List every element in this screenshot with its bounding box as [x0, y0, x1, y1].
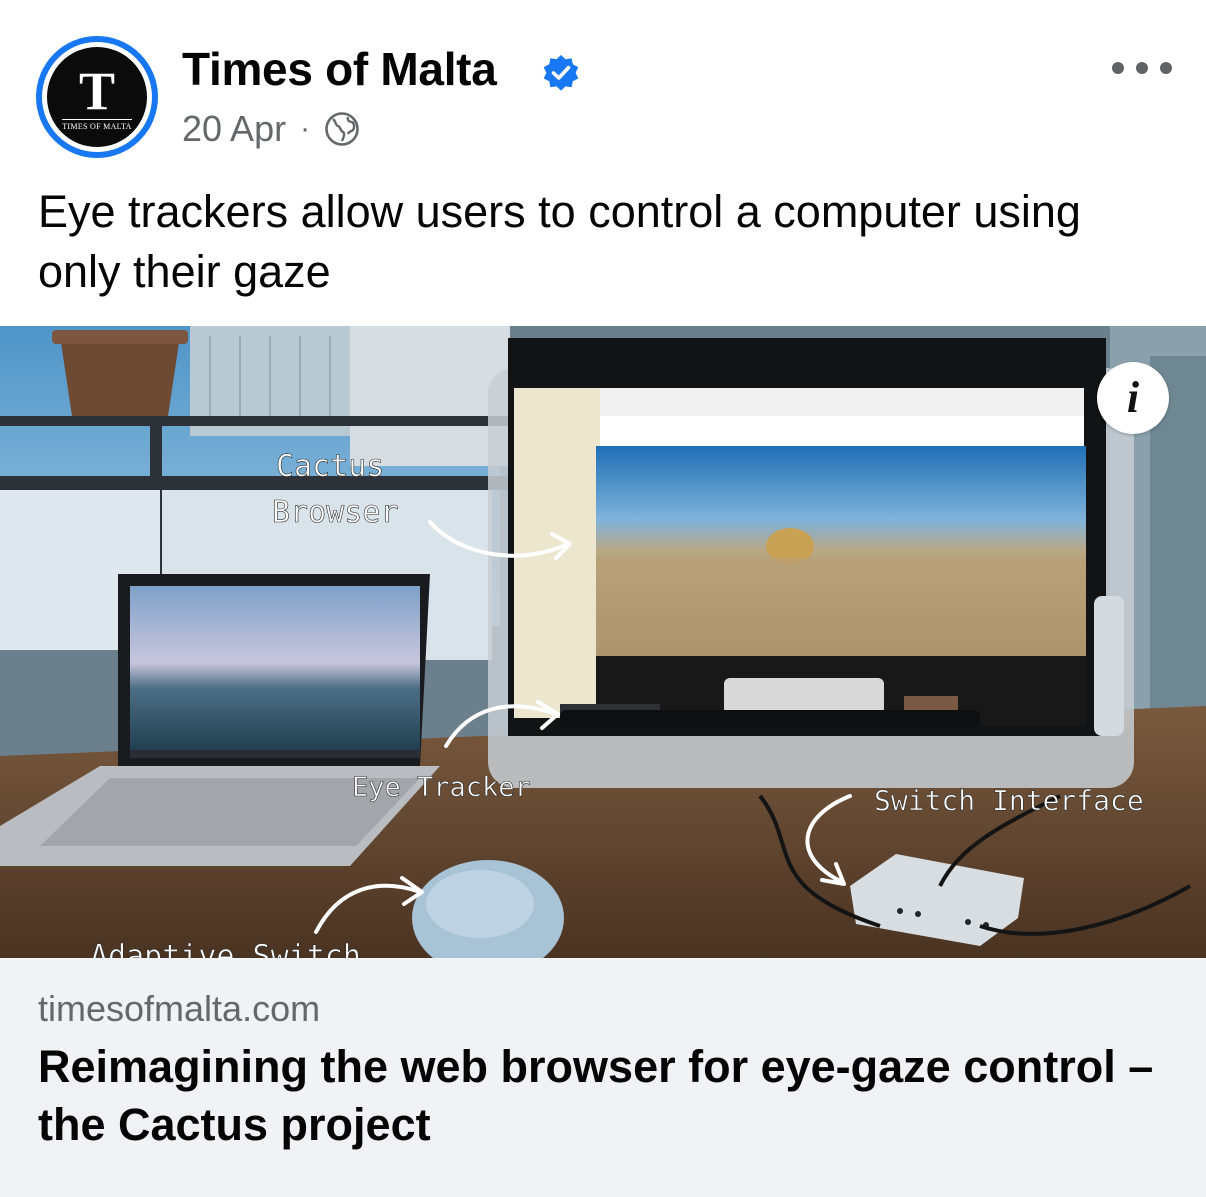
- post-meta: 20 Apr ·: [182, 106, 360, 152]
- logo-wordmark: TIMES OF MALTA: [62, 119, 132, 131]
- meta-separator: ·: [300, 112, 311, 145]
- browser-sidebar: [514, 388, 600, 718]
- more-dot: [1136, 62, 1148, 74]
- video-input-bar: [724, 678, 884, 714]
- globe-icon[interactable]: [324, 111, 360, 147]
- monitor-side-controls: [1094, 596, 1124, 736]
- eye-tracker-bar: [560, 710, 980, 728]
- page-name[interactable]: Times of Malta: [182, 42, 497, 96]
- info-icon[interactable]: i: [1097, 362, 1169, 434]
- info-glyph: i: [1126, 373, 1140, 422]
- label-browser: Browser: [272, 495, 398, 530]
- link-domain: timesofmalta.com: [38, 988, 321, 1029]
- more-dot: [1112, 62, 1124, 74]
- label-cactus: Cactus: [276, 449, 384, 484]
- browser-address-area: [600, 416, 1084, 446]
- browser-tabbar: [600, 388, 1084, 416]
- more-options-icon[interactable]: [1112, 56, 1172, 80]
- window-frame-top: [0, 416, 510, 426]
- city-rooftops: [596, 558, 1086, 656]
- avatar-frame: T TIMES OF MALTA: [42, 42, 152, 152]
- laptop-taskbar: [130, 750, 420, 758]
- post-photo[interactable]: Cactus Browser Eye Tracker Switch Interf…: [0, 326, 1206, 958]
- label-switch-interface: Switch Interface: [874, 784, 1144, 817]
- page-avatar[interactable]: T TIMES OF MALTA: [36, 36, 158, 158]
- more-dot: [1160, 62, 1172, 74]
- label-adaptive-switch: Adaptive Switch: [90, 939, 361, 958]
- verified-badge-icon: [543, 55, 579, 91]
- laptop-screen: [130, 586, 420, 756]
- adaptive-switch-highlight: [426, 870, 534, 938]
- times-of-malta-logo: T TIMES OF MALTA: [47, 47, 147, 147]
- plant-pot: [60, 336, 180, 416]
- plant-pot-rim: [52, 330, 188, 344]
- link-title[interactable]: Reimagining the web browser for eye-gaze…: [38, 1038, 1168, 1154]
- post-caption: Eye trackers allow users to control a co…: [38, 186, 1081, 297]
- post-header: T TIMES OF MALTA Times of Malta 20 Apr ·: [0, 0, 1206, 170]
- window-frame-mid: [0, 476, 520, 490]
- photo-illustration: Cactus Browser Eye Tracker Switch Interf…: [0, 326, 1206, 958]
- white-building: [350, 326, 510, 466]
- post-date[interactable]: 20 Apr: [182, 108, 286, 150]
- label-eye-tracker: Eye Tracker: [352, 772, 531, 803]
- logo-letter: T: [78, 61, 116, 121]
